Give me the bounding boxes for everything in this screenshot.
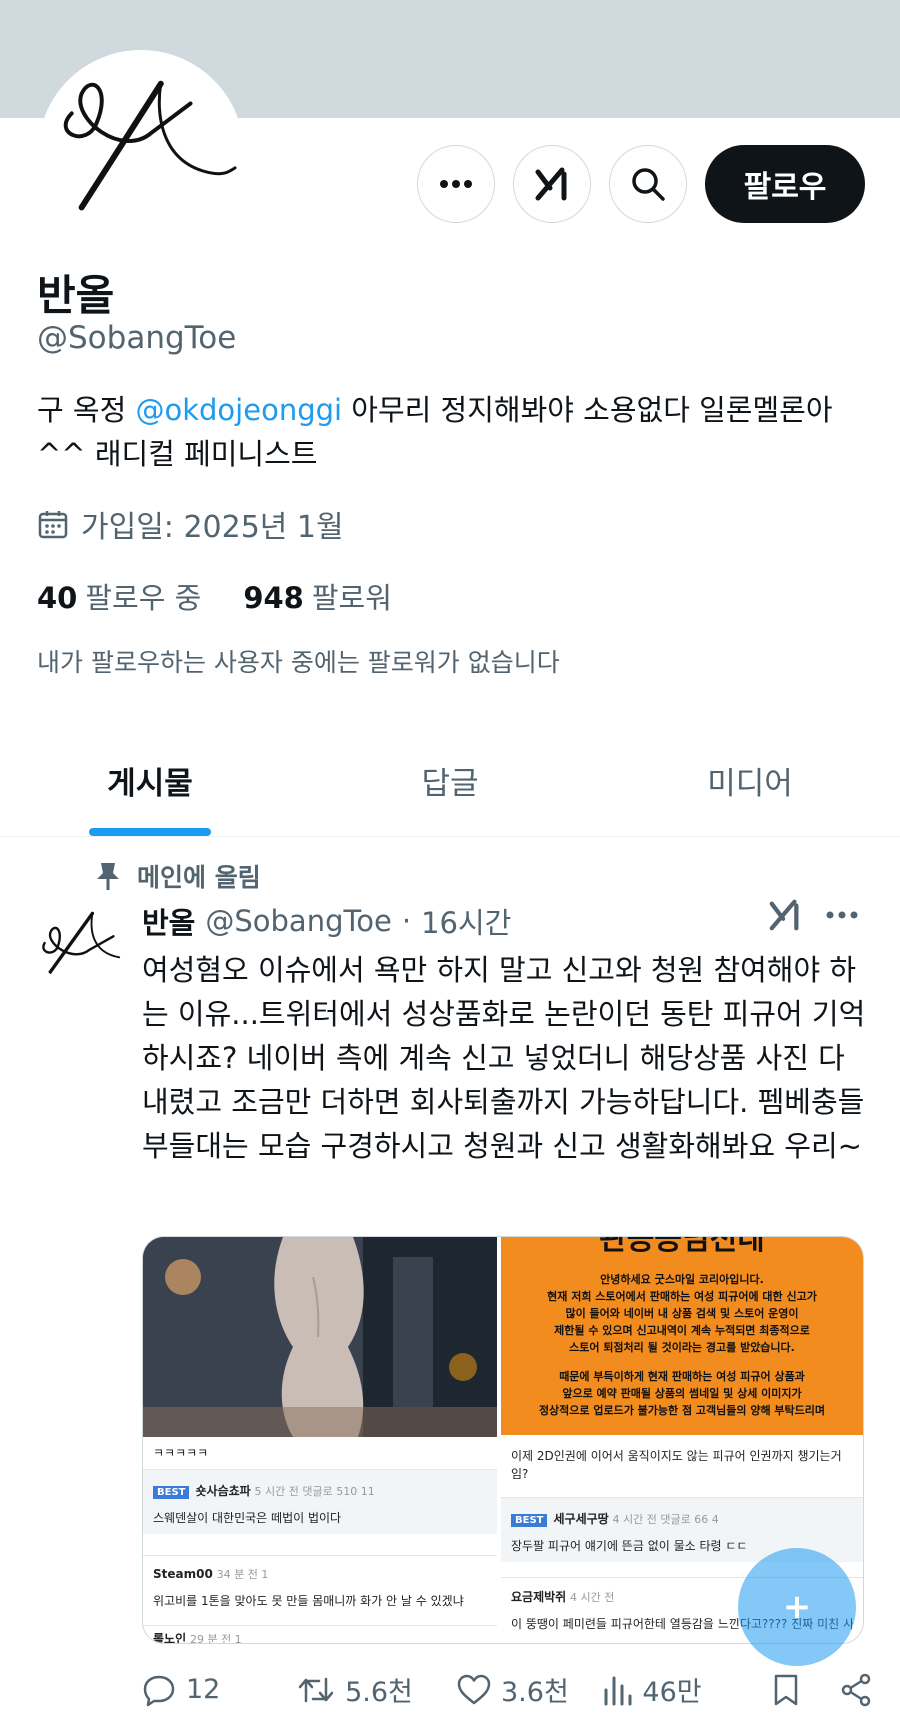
comment-text: 스웨덴살이 대한민국은 떼법이 법이다 (153, 1511, 342, 1525)
like-button[interactable]: 3.6천 (457, 1670, 602, 1709)
views-button[interactable]: 46만 (602, 1670, 772, 1709)
retweet-button[interactable]: 5.6천 (297, 1670, 457, 1709)
comment-user: Steam00 (153, 1567, 213, 1581)
figure-illustration (143, 1237, 497, 1437)
profile-avatar[interactable] (38, 50, 244, 256)
bio-mention-link[interactable]: @okdojeonggi (135, 393, 342, 427)
notice-line: 현재 저희 스토어에서 판매하는 여성 피규어에 대한 신고가 (547, 1290, 817, 1303)
pinned-indicator: 메인에 올림 (95, 858, 261, 894)
comment-text: ㅋㅋㅋㅋㅋ (153, 1446, 209, 1460)
needle-thread-logo (63, 80, 237, 211)
tweet-author-handle[interactable]: @SobangToe (205, 904, 392, 938)
comment-meta: 4 시간 전 (570, 1591, 615, 1604)
comment-meta: 4 시간 전 댓글로 66 4 (612, 1513, 719, 1526)
compose-fab[interactable]: + (738, 1548, 856, 1666)
following-link[interactable]: 40 팔로우 중 (37, 575, 201, 617)
notice-line: 앞으로 예약 판매될 상품의 썸네일 및 상세 이미지가 (562, 1387, 802, 1400)
comment-item: 롤노인 29 분 전 1 (143, 1625, 497, 1644)
comment-text: 위고비를 1톤을 맞아도 못 만들 몸매니까 화가 안 날 수 있겠냐 (153, 1594, 464, 1608)
tweet-header: 반올 @SobangToe · 16시간 (142, 900, 511, 942)
bookmark-icon (774, 1674, 798, 1705)
follow-stats: 40 팔로우 중 948 팔로워 (37, 575, 392, 617)
best-badge: BEST (153, 1486, 190, 1499)
grok-icon (769, 899, 799, 931)
search-button[interactable] (609, 145, 687, 223)
follow-button[interactable]: 팔로우 (705, 145, 865, 223)
profile-display-name: 반올 (37, 271, 115, 320)
tab-replies[interactable]: 답글 (300, 725, 600, 836)
grok-button[interactable] (513, 145, 591, 223)
grok-icon (535, 167, 567, 201)
views-chart-icon (604, 1676, 632, 1705)
notice-line: 많이 들어와 네이버 내 상품 검색 및 스토어 운영이 (565, 1307, 799, 1320)
followers-label: 팔로워 (311, 581, 392, 615)
more-options-button[interactable] (417, 145, 495, 223)
notice-title: 관공공님전네 (599, 1236, 765, 1257)
share-button[interactable] (840, 1673, 872, 1707)
reply-count: 12 (186, 1674, 221, 1705)
tweet-author-name[interactable]: 반올 (142, 900, 195, 942)
comment-user: 롤노인 (153, 1632, 187, 1644)
notice-line: 제한될 수 있으며 신고내역이 계속 누적되면 최종적으로 (554, 1324, 810, 1337)
retweet-icon (298, 1677, 334, 1702)
more-icon (440, 180, 472, 188)
followers-link[interactable]: 948 팔로워 (243, 575, 392, 617)
following-label: 팔로우 중 (85, 581, 202, 615)
comment-user: 세구세구땅 (553, 1512, 609, 1526)
comment-item: Steam00 34 분 전 1 위고비를 1톤을 맞아도 못 만들 몸매니까 … (143, 1555, 497, 1609)
share-icon (841, 1673, 871, 1706)
retweet-count: 5.6천 (345, 1677, 413, 1708)
comment-meta: 5 시간 전 댓글로 510 11 (254, 1485, 375, 1498)
more-icon (826, 911, 858, 919)
calendar-icon (38, 511, 68, 539)
comment-item: ㅋㅋㅋㅋㅋ (143, 1440, 497, 1465)
pinned-label: 메인에 올림 (137, 863, 261, 892)
heart-icon (457, 1674, 491, 1704)
followers-count: 948 (243, 581, 304, 615)
bookmark-button[interactable] (772, 1673, 800, 1707)
tweet-avatar[interactable] (37, 900, 123, 986)
notice-line: 안녕하세요 굿스마일 코리아입니다. (600, 1273, 764, 1286)
tweet-more-button[interactable] (825, 905, 859, 924)
joined-date: 가입일: 2025년 1월 (37, 502, 344, 546)
figure-photo (143, 1237, 497, 1437)
tab-media[interactable]: 미디어 (600, 725, 900, 836)
comment-item: BEST 숏사슴쵸파 5 시간 전 댓글로 510 11 스웨덴살이 대한민국은 … (143, 1469, 497, 1534)
notice-line (501, 1356, 863, 1368)
tweet-time[interactable]: 16시간 (421, 900, 511, 942)
notice-line: 정상적으로 업로드가 불가능한 점 고객님들의 양해 부탁드리며 (538, 1404, 826, 1417)
tweet-text: 여성혐오 이슈에서 욕만 하지 말고 신고와 청원 참여해야 하는 이유...트… (142, 953, 866, 1163)
notice-line: 스토어 퇴점처리 될 것이라는 경고를 받았습니다. (569, 1341, 795, 1354)
followed-by-note: 내가 팔로우하는 사용자 중에는 팔로워가 없습니다 (37, 648, 560, 677)
joined-label: 가입일: 2025년 1월 (81, 510, 344, 545)
needle-thread-logo (42, 911, 121, 977)
profile-bio: 구 옥정 @okdojeonggi 아무리 정지해봐야 소용없다 일론멜론아 ^… (37, 388, 867, 476)
bio-text-prefix: 구 옥정 (37, 393, 136, 427)
search-icon (632, 168, 665, 201)
views-count: 46만 (642, 1677, 702, 1708)
tweet-separator: · (401, 904, 412, 938)
following-count: 40 (37, 581, 78, 615)
tweet-action-bar: 12 5.6천 3.6천 46만 (142, 1670, 872, 1709)
media-image-left[interactable]: ㅋㅋㅋㅋㅋ BEST 숏사슴쵸파 5 시간 전 댓글로 510 11 스웨덴살이 … (143, 1237, 501, 1643)
compose-icon: + (782, 1587, 812, 1627)
comment-meta: 34 분 전 1 (216, 1568, 269, 1581)
comment-item: 이제 2D인권에 이어서 움직이지도 않는 피규어 인권까지 챙기는거임? (501, 1447, 863, 1483)
reply-icon (143, 1675, 175, 1706)
comment-user: 요금제박쥐 (511, 1590, 567, 1604)
pin-icon (97, 863, 119, 890)
best-badge: BEST (511, 1514, 548, 1527)
comment-text: 이제 2D인권에 이어서 움직이지도 않는 피규어 인권까지 챙기는거임? (511, 1449, 842, 1481)
comment-user: 숏사슴쵸파 (195, 1484, 251, 1498)
profile-tabs: 게시물 답글 미디어 (0, 725, 900, 837)
profile-handle: @SobangToe (37, 320, 237, 356)
tweet-grok-button[interactable] (768, 898, 802, 936)
comment-meta: 29 분 전 1 (189, 1633, 242, 1644)
like-count: 3.6천 (501, 1677, 569, 1708)
reply-button[interactable]: 12 (142, 1673, 297, 1707)
notice-line: 때문에 부득이하게 현재 판매하는 여성 피규어 상품과 (559, 1370, 805, 1383)
tab-posts[interactable]: 게시물 (0, 725, 300, 836)
store-notice: 관공공님전네 안녕하세요 굿스마일 코리아입니다. 현재 저희 스토어에서 판매… (501, 1237, 863, 1435)
